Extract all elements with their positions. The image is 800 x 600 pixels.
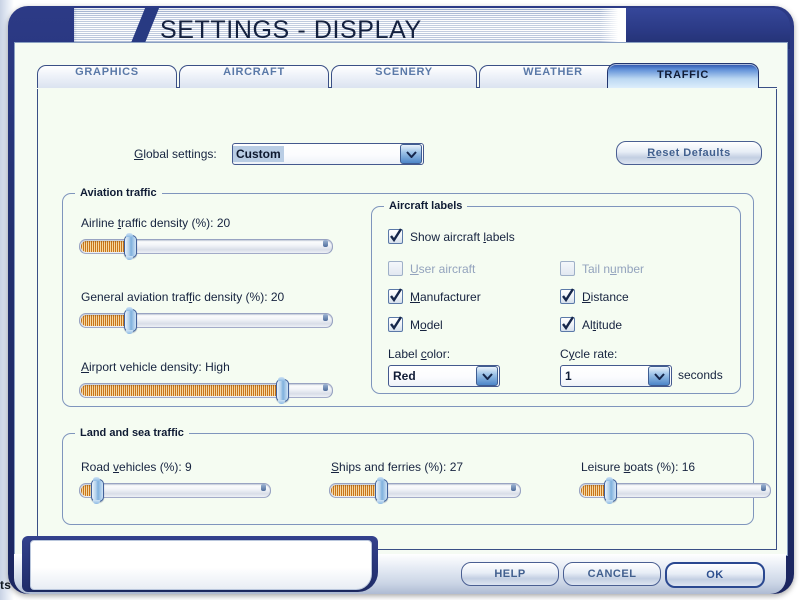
- tab-weather[interactable]: WEATHER: [479, 65, 627, 88]
- checkbox-manufacturer[interactable]: Manufacturer: [388, 288, 481, 304]
- window-client-area: GRAPHICS AIRCRAFT SCENERY WEATHER TRAFFI…: [14, 42, 788, 556]
- checkbox-checked-icon: [388, 228, 403, 244]
- checkbox-user-aircraft[interactable]: User aircraft: [388, 261, 475, 276]
- airline-traffic-density-slider[interactable]: [79, 233, 333, 260]
- airport-vehicle-density-slider[interactable]: [79, 377, 333, 404]
- chevron-down-icon[interactable]: [648, 366, 670, 386]
- cycle-rate-units: seconds: [678, 368, 723, 382]
- checkbox-label: Show aircraft labels: [410, 229, 515, 244]
- checkbox-altitude[interactable]: Altitude: [560, 316, 623, 332]
- slider-track: [79, 313, 333, 328]
- aircraft-labels-group: Aircraft labels Show aircraft labels Use…: [371, 200, 741, 394]
- slider-thumb: [124, 307, 138, 334]
- checkbox-checked-icon: [388, 288, 403, 304]
- chevron-down-icon[interactable]: [476, 366, 498, 386]
- airline-traffic-density-label: Airline traffic density (%): 20: [81, 216, 231, 230]
- checkbox-model[interactable]: Model: [388, 316, 443, 332]
- slider-track: [79, 483, 271, 498]
- global-settings-value: Custom: [233, 146, 284, 162]
- aviation-traffic-title: Aviation traffic: [75, 187, 162, 199]
- checkbox-label: Model: [410, 317, 443, 332]
- tab-traffic[interactable]: TRAFFIC: [607, 63, 759, 88]
- slider-end-marker: [323, 384, 328, 391]
- leisure-boats-label: Leisure boats (%): 16: [581, 460, 696, 474]
- ships-ferries-label: Ships and ferries (%): 27: [331, 460, 464, 474]
- checkbox-label: Manufacturer: [410, 289, 481, 304]
- checkbox-checked-icon: [560, 288, 575, 304]
- traffic-settings-panel: Global settings: Custom Reset Defaults A…: [37, 89, 777, 550]
- general-aviation-density-slider[interactable]: [79, 307, 333, 334]
- slider-thumb: [91, 477, 105, 504]
- slider-end-marker: [323, 314, 328, 321]
- cancel-button[interactable]: CANCEL: [563, 562, 661, 586]
- global-settings-label: Global settings:: [134, 147, 217, 161]
- slider-end-marker: [761, 484, 766, 491]
- tab-strip: GRAPHICS AIRCRAFT SCENERY WEATHER TRAFFI…: [37, 63, 777, 89]
- label-color-combobox[interactable]: Red: [388, 365, 500, 387]
- slider-end-marker: [323, 240, 328, 247]
- slider-end-marker: [511, 484, 516, 491]
- help-button[interactable]: HELP: [461, 562, 559, 586]
- global-settings-combobox[interactable]: Custom: [232, 143, 424, 165]
- screen: ts SETTINGS - DISPLAY GRAPHICS AIRCRAFT …: [0, 0, 800, 600]
- ok-button[interactable]: OK: [665, 562, 765, 588]
- land-sea-traffic-title: Land and sea traffic: [75, 427, 189, 439]
- checkbox-tail-number[interactable]: Tail number: [560, 261, 644, 276]
- checkbox-checked-icon: [560, 316, 575, 332]
- slider-track: [79, 383, 333, 398]
- cycle-rate-label: Cycle rate:: [560, 347, 618, 361]
- tab-graphics[interactable]: GRAPHICS: [37, 65, 177, 88]
- cycle-rate-value: 1: [565, 369, 572, 383]
- slider-thumb: [124, 233, 138, 260]
- ships-ferries-slider[interactable]: [329, 477, 521, 504]
- checkbox-label: Altitude: [582, 317, 623, 332]
- checkbox-unchecked-icon: [388, 261, 403, 276]
- settings-window: SETTINGS - DISPLAY GRAPHICS AIRCRAFT SCE…: [8, 6, 794, 594]
- checkbox-label: User aircraft: [410, 261, 476, 276]
- slider-end-marker: [261, 484, 266, 491]
- checkbox-show-aircraft-labels[interactable]: Show aircraft labels: [388, 228, 515, 244]
- bottom-left-panel: [30, 540, 372, 590]
- land-sea-traffic-group: Land and sea traffic Road vehicles (%): …: [62, 427, 771, 525]
- aviation-traffic-group: Aviation traffic Airline traffic density…: [62, 187, 754, 407]
- aircraft-labels-title: Aircraft labels: [384, 200, 468, 212]
- slider-thumb: [375, 477, 389, 504]
- window-title: SETTINGS - DISPLAY: [160, 16, 422, 44]
- chevron-down-icon[interactable]: [400, 144, 422, 164]
- leisure-boats-slider[interactable]: [579, 477, 771, 504]
- road-vehicles-slider[interactable]: [79, 477, 271, 504]
- label-color-value: Red: [393, 369, 416, 383]
- general-aviation-density-label: General aviation traffic density (%): 20: [81, 290, 285, 304]
- checkbox-unchecked-icon: [560, 261, 575, 276]
- slider-track: [329, 483, 521, 498]
- checkbox-checked-icon: [388, 316, 403, 332]
- tab-aircraft[interactable]: AIRCRAFT: [179, 65, 329, 88]
- airport-vehicle-density-label: Airport vehicle density: High: [81, 360, 230, 374]
- cycle-rate-combobox[interactable]: 1: [560, 365, 672, 387]
- slider-thumb: [275, 377, 289, 404]
- slider-track: [79, 239, 333, 254]
- slider-fill: [81, 385, 283, 396]
- checkbox-distance[interactable]: Distance: [560, 288, 629, 304]
- label-color-label: Label color:: [388, 347, 451, 361]
- checkbox-label: Distance: [582, 289, 629, 304]
- checkbox-label: Tail number: [582, 261, 645, 276]
- reset-defaults-button[interactable]: Reset Defaults: [616, 141, 762, 165]
- road-vehicles-label: Road vehicles (%): 9: [81, 460, 192, 474]
- slider-thumb: [604, 477, 618, 504]
- tab-scenery[interactable]: SCENERY: [331, 65, 477, 88]
